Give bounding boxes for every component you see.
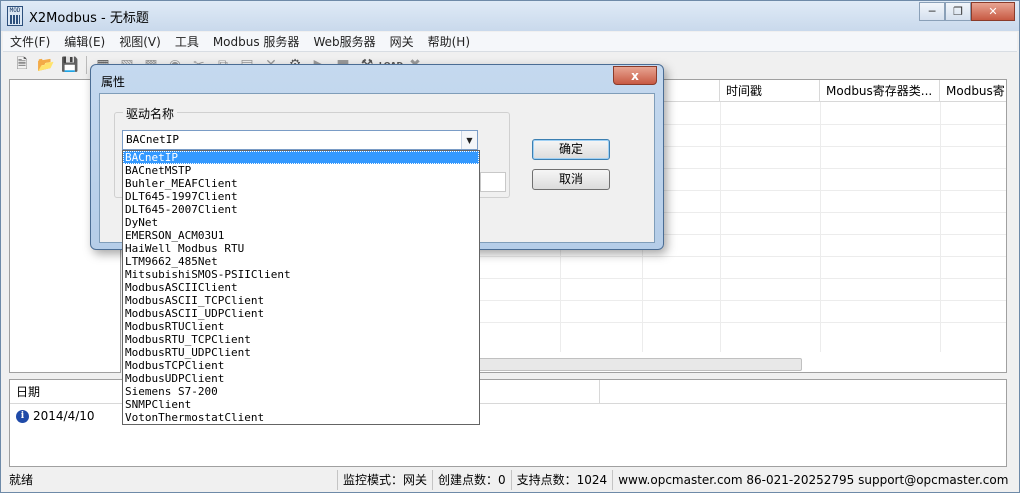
info-icon: i	[16, 409, 29, 423]
driver-dropdown-list[interactable]: BACnetIP BACnetMSTP Buhler_MEAFClient DL…	[122, 150, 480, 425]
driver-option[interactable]: HaiWell Modbus RTU	[123, 242, 479, 255]
log-row[interactable]: i 2014/4/10	[10, 406, 95, 426]
driver-option[interactable]: ModbusUDPClient	[123, 372, 479, 385]
driver-option[interactable]: DyNet	[123, 216, 479, 229]
driver-option[interactable]: ModbusTCPClient	[123, 359, 479, 372]
close-icon[interactable]: ✕	[971, 2, 1015, 21]
partially-hidden-field[interactable]	[480, 172, 506, 192]
status-ready: 就绪	[9, 473, 34, 487]
driver-option[interactable]: BACnetIP	[123, 151, 479, 164]
col-modbus[interactable]: Modbus寄	[940, 80, 1006, 102]
driver-option[interactable]: Siemens S7-200	[123, 385, 479, 398]
title-bar: MOD X2Modbus - 无标题 ─ ❐ ✕	[1, 1, 1019, 31]
menu-help[interactable]: 帮助(H)	[421, 32, 477, 51]
window-controls: ─ ❐ ✕	[919, 2, 1015, 21]
save-icon[interactable]: 💾	[59, 55, 81, 75]
open-folder-icon[interactable]: 📂	[35, 55, 57, 75]
app-icon-text: MOD	[9, 7, 21, 14]
ok-button[interactable]: 确定	[532, 139, 610, 160]
driver-option[interactable]: SNMPClient	[123, 398, 479, 411]
driver-option[interactable]: ModbusRTUClient	[123, 320, 479, 333]
menu-view[interactable]: 视图(V)	[112, 32, 168, 51]
driver-option[interactable]: ModbusASCII_UDPClient	[123, 307, 479, 320]
driver-option[interactable]: ModbusASCII_TCPClient	[123, 294, 479, 307]
dialog-close-icon[interactable]: x	[613, 66, 657, 85]
menu-web-server[interactable]: Web服务器	[306, 32, 382, 51]
status-monitor-mode: 监控模式：网关	[337, 470, 432, 490]
app-icon: MOD	[7, 6, 23, 26]
status-supported-points: 支持点数：1024	[510, 470, 613, 490]
log-col-empty[interactable]	[480, 380, 600, 404]
driver-option[interactable]: DLT645-1997Client	[123, 190, 479, 203]
minimize-icon[interactable]: ─	[919, 2, 945, 21]
driver-selected-value: BACnetIP	[126, 133, 179, 146]
driver-option[interactable]: ModbusRTU_TCPClient	[123, 333, 479, 346]
driver-option[interactable]: Buhler_MEAFClient	[123, 177, 479, 190]
menu-bar: 文件(F) 编辑(E) 视图(V) 工具 Modbus 服务器 Web服务器 网…	[3, 32, 1017, 52]
horizontal-scrollbar[interactable]	[468, 358, 802, 371]
col-timestamp[interactable]: 时间戳	[720, 80, 820, 102]
status-contact: www.opcmaster.com 86-021-20252795 suppor…	[612, 470, 1013, 490]
driver-option[interactable]: MitsubishiSMOS-PSIIClient	[123, 268, 479, 281]
menu-modbus-server[interactable]: Modbus 服务器	[206, 32, 307, 51]
window-title: X2Modbus - 无标题	[29, 11, 149, 26]
driver-option[interactable]: BACnetMSTP	[123, 164, 479, 177]
menu-edit[interactable]: 编辑(E)	[57, 32, 112, 51]
driver-group-label: 驱动名称	[123, 105, 178, 122]
dialog-title: 属性	[101, 75, 126, 89]
col-register-type[interactable]: Modbus寄存器类...	[820, 80, 940, 102]
driver-option[interactable]: DLT645-2007Client	[123, 203, 479, 216]
driver-combobox[interactable]: BACnetIP ▼	[122, 130, 478, 150]
status-bar: 就绪 监控模式：网关 创建点数：0 支持点数：1024 www.opcmaste…	[3, 469, 1017, 491]
driver-option[interactable]: ModbusRTU_UDPClient	[123, 346, 479, 359]
status-created-points: 创建点数：0	[432, 470, 511, 490]
driver-option[interactable]: EMERSON_ACM03U1	[123, 229, 479, 242]
menu-gateway[interactable]: 网关	[383, 32, 421, 51]
menu-tools[interactable]: 工具	[168, 32, 206, 51]
log-date: 2014/4/10	[33, 409, 95, 423]
chevron-down-icon[interactable]: ▼	[461, 131, 477, 149]
restore-icon[interactable]: ❐	[945, 2, 971, 21]
driver-option[interactable]: ModbusASCIIClient	[123, 281, 479, 294]
menu-file[interactable]: 文件(F)	[3, 32, 57, 51]
driver-option[interactable]: LTM9662_485Net	[123, 255, 479, 268]
driver-option[interactable]: VotonThermostatClient	[123, 411, 479, 424]
new-file-icon[interactable]: 🗎	[11, 55, 33, 75]
cancel-button[interactable]: 取消	[532, 169, 610, 190]
